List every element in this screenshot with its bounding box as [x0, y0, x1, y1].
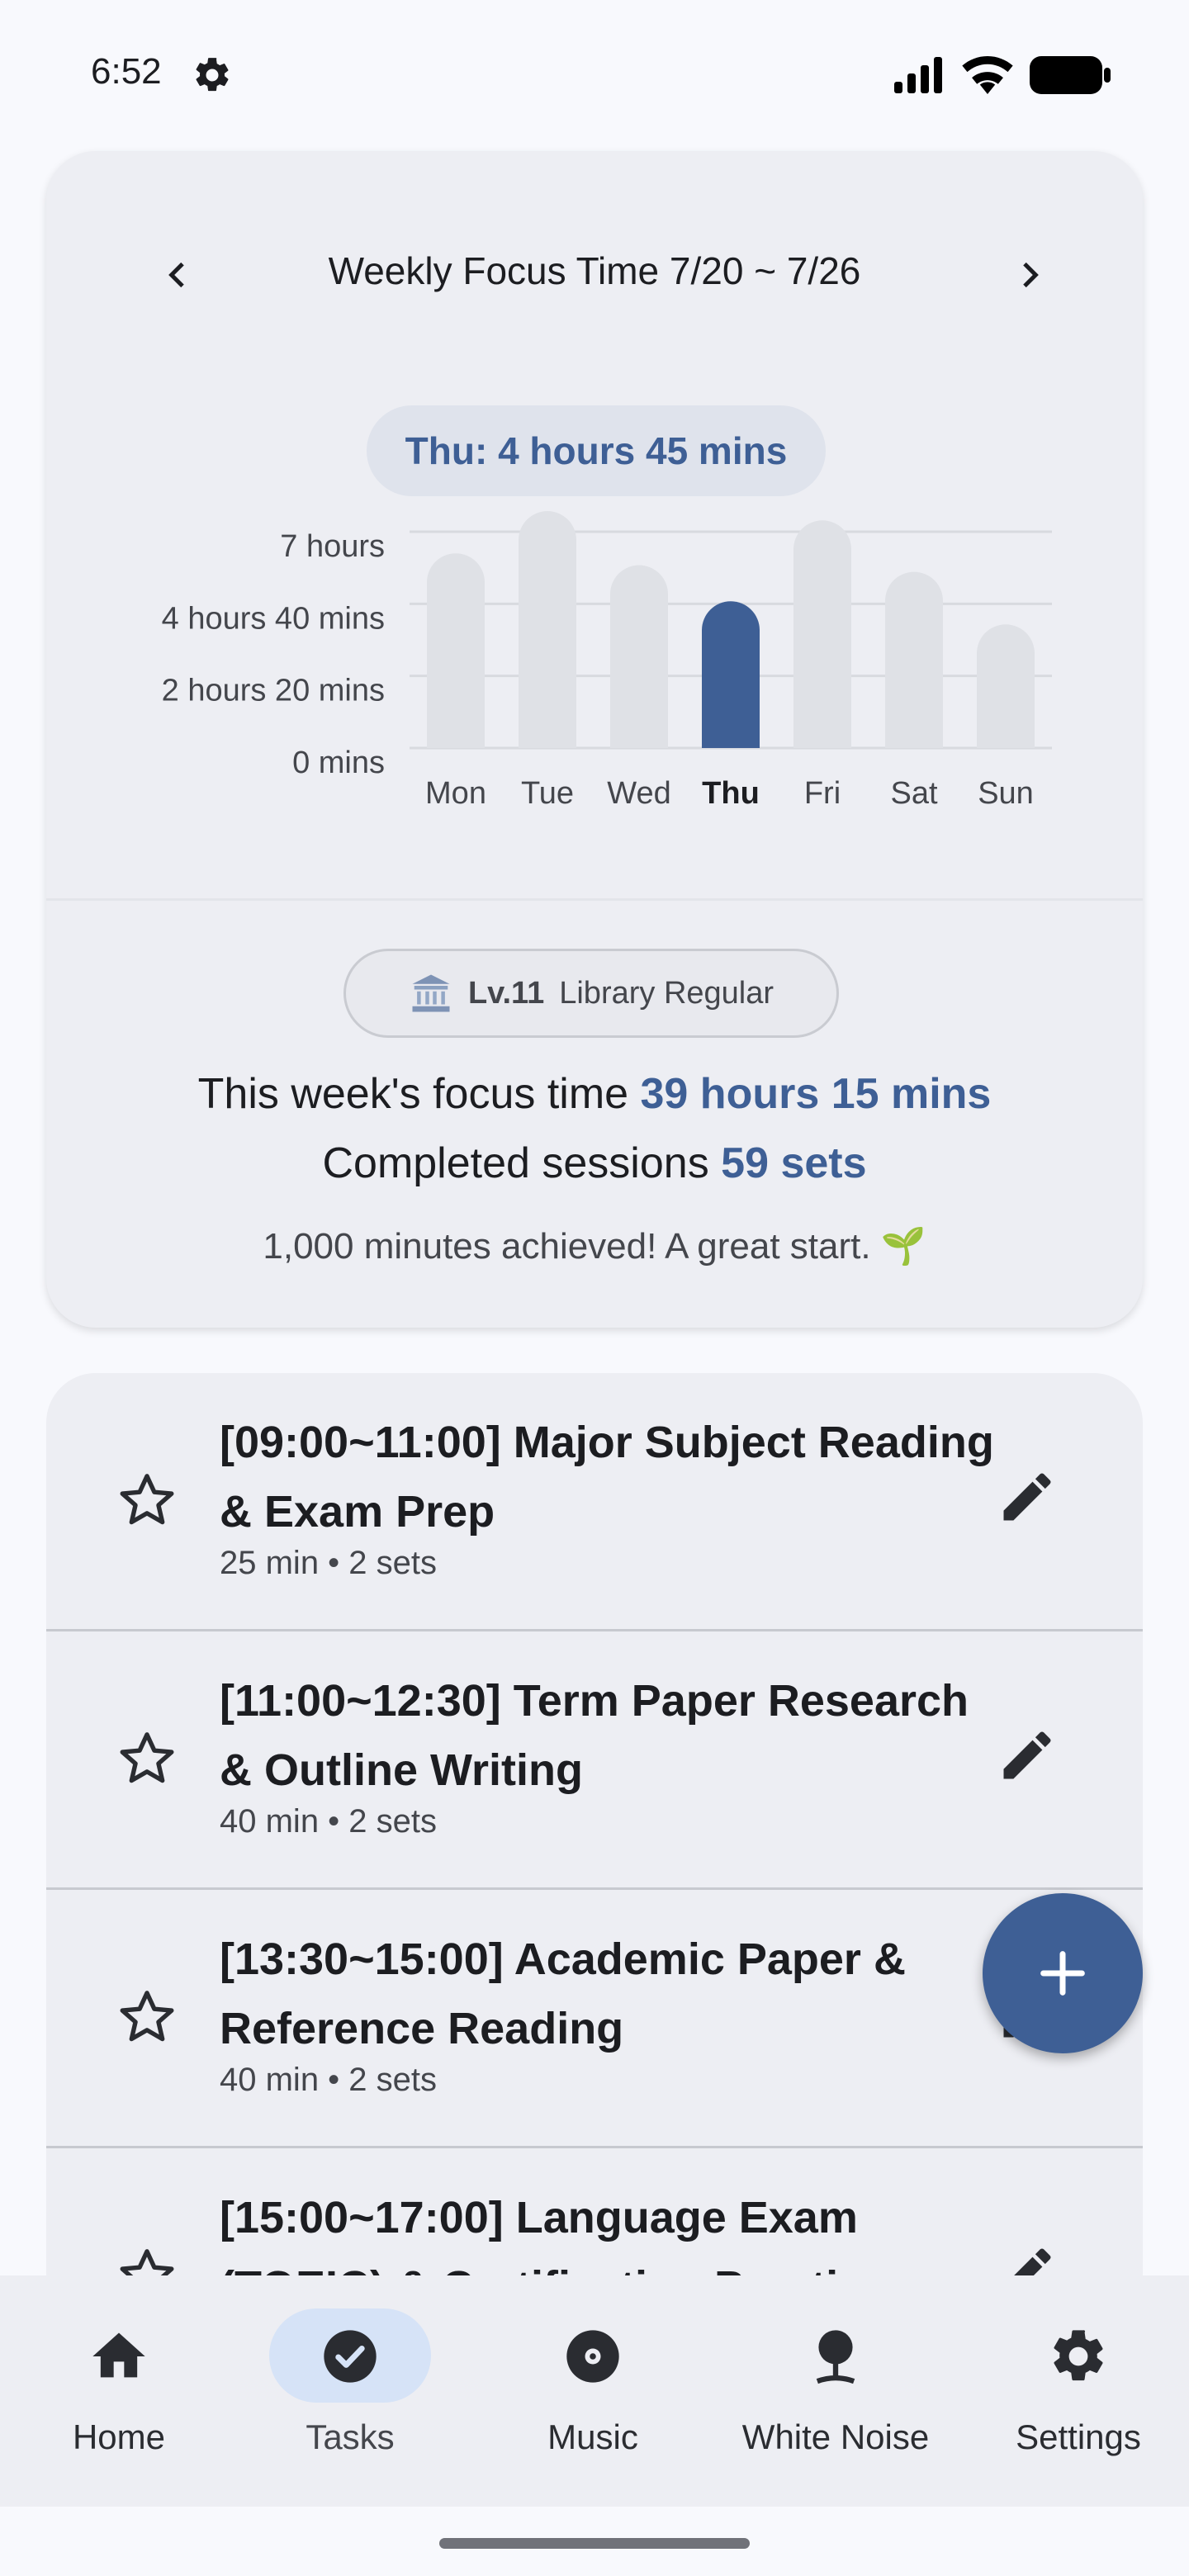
- nav-music[interactable]: Music: [474, 2275, 712, 2507]
- check-circle-icon: [324, 2330, 377, 2383]
- task-title: [15:00~17:00] Language Exam (TOEIC) & Ce…: [220, 2193, 888, 2290]
- bar-sun[interactable]: [977, 624, 1035, 748]
- achievement-message: 1,000 minutes achieved! A great start. 🌱: [263, 1226, 926, 1267]
- gear-icon: [1054, 2330, 1103, 2381]
- sessions-line: Completed sessions 59 sets: [46, 1139, 1143, 1188]
- status-indicators: [894, 54, 1111, 96]
- nav-tasks[interactable]: Tasks: [231, 2275, 469, 2507]
- focus-time-bar-chart: 7 hours 4 hours 40 mins 2 hours 20 mins 0 m…: [162, 511, 1052, 811]
- task-meta: 40 min • 2 sets: [220, 2062, 438, 2098]
- sessions-value: 59 sets: [721, 1139, 867, 1187]
- bar-thu[interactable]: [702, 601, 760, 748]
- disc-icon: [566, 2330, 619, 2383]
- card-divider: [46, 898, 1143, 901]
- nav-label: Music: [547, 2417, 638, 2456]
- weekly-focus-value: 39 hours 15 mins: [640, 1070, 992, 1118]
- wifi-icon: [962, 56, 1013, 94]
- add-task-button[interactable]: [983, 1893, 1143, 2053]
- task-item[interactable]: [11:00~12:30] Term Paper Research & Outl…: [46, 1631, 1143, 1890]
- signal-icon: [894, 57, 942, 93]
- bar-wed[interactable]: [610, 565, 668, 748]
- bar-tue[interactable]: [519, 511, 576, 748]
- x-tick-label: Mon: [425, 776, 486, 811]
- weekly-focus-line: This week's focus time 39 hours 15 mins: [46, 1069, 1143, 1119]
- task-meta: 40 min • 2 sets: [220, 1803, 438, 1840]
- task-meta: 25 min • 2 sets: [220, 1545, 438, 1581]
- status-bar: 6:52: [0, 0, 1189, 149]
- library-icon: [412, 974, 450, 1012]
- level-badge: Lv.11 Library Regular: [343, 949, 839, 1038]
- y-tick-label: 0 mins: [292, 746, 385, 780]
- star-outline-icon[interactable]: [116, 1986, 178, 2048]
- nav-label: Settings: [1016, 2417, 1141, 2456]
- y-tick-label: 7 hours: [280, 529, 385, 564]
- x-tick-label: Wed: [607, 776, 670, 811]
- star-outline-icon[interactable]: [116, 1469, 178, 1532]
- white-noise-icon: [816, 2330, 855, 2384]
- x-tick-label: Sun: [978, 776, 1034, 811]
- x-tick-label: Thu: [702, 776, 760, 811]
- settings-status-icon: [196, 58, 229, 92]
- x-tick-label: Sat: [890, 776, 937, 811]
- home-icon: [92, 2332, 145, 2378]
- task-item[interactable]: [15:00~17:00] Language Exam (TOEIC) & Ce…: [46, 2148, 1143, 2290]
- bar-fri[interactable]: [793, 520, 851, 748]
- task-item[interactable]: [09:00~11:00] Major Subject Reading & Ex…: [46, 1373, 1143, 1631]
- gesture-home-bar[interactable]: [439, 2538, 750, 2549]
- nav-home[interactable]: Home: [0, 2275, 238, 2507]
- task-title: [13:30~15:00] Academic Paper & Reference…: [220, 1934, 906, 2053]
- y-tick-label: 2 hours 20 mins: [162, 674, 385, 708]
- x-tick-label: Tue: [521, 776, 574, 811]
- nav-white-noise[interactable]: White Noise: [717, 2275, 955, 2507]
- battery-icon: [1030, 56, 1111, 94]
- bottom-navigation: Home Tasks Music White Noise Settings: [0, 2275, 1189, 2507]
- nav-label: Home: [72, 2417, 166, 2456]
- sessions-label: Completed sessions: [322, 1139, 722, 1187]
- bar-sat[interactable]: [885, 571, 943, 748]
- nav-settings[interactable]: Settings: [959, 2275, 1189, 2507]
- weekly-focus-label: This week's focus time: [197, 1070, 641, 1118]
- x-tick-label: Fri: [804, 776, 841, 811]
- task-title: [09:00~11:00] Major Subject Reading & Ex…: [220, 1418, 994, 1537]
- plus-icon: [1040, 1951, 1085, 1996]
- edit-pencil-icon[interactable]: [996, 1724, 1059, 1787]
- y-tick-label: 4 hours 40 mins: [162, 601, 385, 636]
- star-outline-icon[interactable]: [116, 1727, 178, 1790]
- task-item[interactable]: [13:30~15:00] Academic Paper & Reference…: [46, 1890, 1143, 2148]
- weekly-stats-card: Weekly Focus Time 7/20 ~ 7/26 Thu: 4 hou…: [46, 151, 1143, 1328]
- bar-mon[interactable]: [427, 553, 485, 748]
- task-title: [11:00~12:30] Term Paper Research & Outl…: [220, 1676, 969, 1795]
- status-time: 6:52: [91, 51, 162, 92]
- level-number: Lv.11: [467, 975, 545, 1011]
- task-list: [09:00~11:00] Major Subject Reading & Ex…: [46, 1373, 1143, 2290]
- level-name: Library Regular: [559, 975, 775, 1011]
- edit-pencil-icon[interactable]: [996, 1466, 1059, 1528]
- nav-label: Tasks: [306, 2417, 395, 2456]
- nav-label: White Noise: [741, 2417, 930, 2456]
